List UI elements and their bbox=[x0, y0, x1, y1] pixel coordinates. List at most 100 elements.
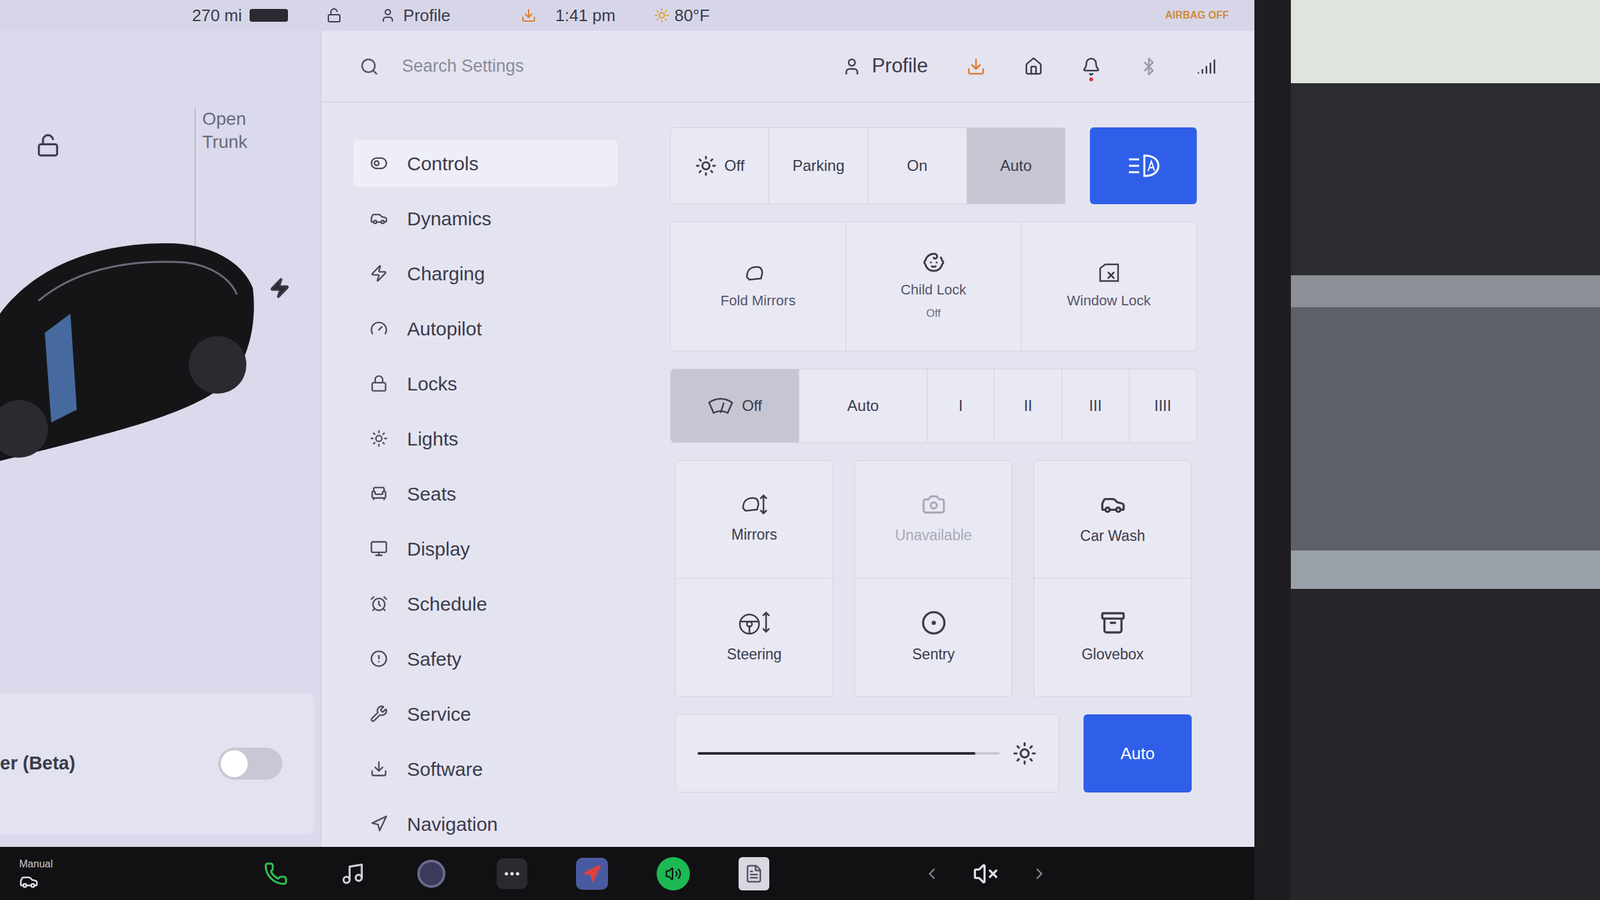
mirror-adjust-icon bbox=[740, 492, 769, 516]
time: 1:41 pm bbox=[555, 3, 616, 29]
controls-content: OffParkingOnAutoFold MirrorsChild LockOf… bbox=[620, 102, 1255, 847]
volume-up-icon[interactable] bbox=[1030, 864, 1049, 883]
phone-icon[interactable] bbox=[263, 861, 288, 886]
volume-down-icon[interactable] bbox=[922, 864, 941, 883]
sidebar-item[interactable]: Locks bbox=[353, 359, 618, 408]
profile-icon bbox=[380, 7, 396, 24]
toggle-icon bbox=[369, 154, 388, 173]
sidebar-item[interactable]: Controls bbox=[353, 139, 618, 187]
download-icon[interactable] bbox=[966, 56, 986, 77]
settings-panel: Search SettingsProfile Controls Dynamics Ch… bbox=[321, 30, 1255, 847]
control-tile[interactable]: Steering bbox=[675, 578, 834, 697]
homelink-icon[interactable] bbox=[1024, 56, 1044, 77]
car-row bbox=[0, 217, 321, 487]
control-tile[interactable]: Car Wash bbox=[1033, 460, 1192, 579]
seat-icon bbox=[369, 484, 388, 503]
wiper-option[interactable]: III bbox=[1061, 369, 1129, 443]
wiper-option[interactable]: Off bbox=[670, 369, 799, 443]
control-tile[interactable]: Sentry bbox=[854, 578, 1013, 697]
headlight-option[interactable]: Parking bbox=[768, 128, 868, 204]
unlock-icon[interactable] bbox=[35, 133, 61, 158]
wipers-row: OffAutoIIIIIIIIII bbox=[670, 368, 1197, 443]
wiper-option[interactable]: I bbox=[926, 369, 994, 443]
volume-muted-icon[interactable] bbox=[972, 860, 999, 887]
app: 270 miProfile1:41 pm80°FAIRBAG OFFOpen T… bbox=[0, 0, 1600, 900]
control-tile[interactable]: Mirrors bbox=[675, 460, 834, 579]
window-lock-icon bbox=[1096, 261, 1122, 285]
sidebar: Controls Dynamics Charging Autopilot Locks Li… bbox=[321, 102, 621, 847]
alarm-icon bbox=[369, 594, 388, 613]
drive-mode[interactable]: Manual bbox=[19, 856, 53, 891]
sidebar-item[interactable]: Schedule bbox=[353, 579, 618, 628]
download-icon bbox=[520, 7, 537, 24]
spotify-icon bbox=[664, 865, 682, 882]
sidebar-item[interactable]: Display bbox=[353, 524, 618, 573]
brightness-slider[interactable] bbox=[675, 714, 1060, 793]
airbag-status: AIRBAG OFF bbox=[1164, 7, 1229, 24]
headlight-option[interactable]: On bbox=[867, 128, 967, 204]
sun-icon bbox=[369, 429, 388, 448]
sidebar-item[interactable]: Lights bbox=[353, 414, 618, 463]
feature-label: er (Beta) bbox=[0, 749, 76, 778]
sidebar-item[interactable]: Safety bbox=[353, 634, 618, 683]
camera-app-icon[interactable] bbox=[417, 859, 446, 888]
notifications[interactable] bbox=[1081, 56, 1101, 77]
sidebar-item[interactable]: Charging bbox=[353, 249, 618, 297]
tiles-grid: MirrorsUnavailableCar WashSteeringSentry… bbox=[670, 460, 1197, 697]
quick-control[interactable]: Child LockOff bbox=[845, 222, 1021, 351]
status-bar: 270 miProfile1:41 pm80°FAIRBAG OFF bbox=[0, 0, 1255, 31]
open-trunk[interactable]: Open Trunk bbox=[194, 107, 272, 256]
spotify-app[interactable] bbox=[656, 856, 690, 891]
feature-card: er (Beta) bbox=[0, 693, 315, 834]
notes-app[interactable] bbox=[738, 856, 770, 891]
wiper-option[interactable]: Auto bbox=[798, 369, 927, 443]
brightness-auto-button[interactable]: Auto bbox=[1083, 714, 1192, 793]
child-lock-icon bbox=[922, 250, 946, 274]
interior-photo bbox=[1290, 0, 1600, 900]
weather-icon bbox=[654, 7, 670, 24]
car-icon bbox=[369, 209, 388, 228]
feature-toggle[interactable] bbox=[218, 747, 283, 780]
wrench-icon bbox=[369, 704, 388, 723]
lock-icon bbox=[369, 374, 388, 393]
sidebar-item[interactable]: Autopilot bbox=[353, 304, 618, 352]
auto-high-beam-button[interactable] bbox=[1089, 127, 1197, 205]
quick-control[interactable]: Window Lock bbox=[1020, 222, 1197, 351]
header-profile[interactable]: Profile bbox=[842, 51, 928, 82]
search-icon bbox=[359, 56, 379, 77]
music-icon[interactable] bbox=[340, 861, 365, 886]
sidebar-item[interactable]: Navigation bbox=[353, 800, 618, 847]
wiper-option[interactable]: II bbox=[993, 369, 1062, 443]
notification-dot bbox=[1089, 77, 1094, 82]
car-image bbox=[0, 217, 256, 487]
nav-app[interactable] bbox=[576, 857, 608, 890]
drive-mode-icon bbox=[19, 871, 39, 891]
search-field[interactable]: Search Settings bbox=[401, 53, 843, 80]
quick-control[interactable]: Fold Mirrors bbox=[670, 222, 846, 351]
sidebar-item[interactable]: Dynamics bbox=[353, 194, 618, 242]
auto-high-beam-icon bbox=[1126, 152, 1161, 179]
headlight-option[interactable]: Off bbox=[670, 128, 769, 204]
control-tile[interactable]: Glovebox bbox=[1033, 578, 1192, 697]
charging-icon bbox=[268, 277, 291, 299]
slider-track[interactable] bbox=[697, 752, 1000, 755]
more-apps[interactable] bbox=[496, 858, 528, 889]
notes-icon bbox=[744, 864, 764, 884]
bluetooth-icon[interactable] bbox=[1139, 56, 1159, 77]
settings-body: Controls Dynamics Charging Autopilot Locks Li… bbox=[321, 102, 1255, 847]
sidebar-item[interactable]: Software bbox=[353, 744, 618, 793]
sidebar-item[interactable]: Service bbox=[353, 689, 618, 738]
headlight-option[interactable]: Auto bbox=[966, 128, 1065, 204]
bell-icon bbox=[1081, 56, 1101, 77]
taskbar: Manual bbox=[0, 846, 1255, 900]
headlights-segments: OffParkingOnAuto bbox=[670, 127, 1066, 205]
autopilot-icon bbox=[369, 319, 388, 338]
sidebar-item[interactable]: Seats bbox=[353, 469, 618, 518]
wiper-option[interactable]: IIII bbox=[1128, 369, 1197, 443]
bolt-icon bbox=[369, 264, 388, 283]
status-profile: Profile bbox=[380, 3, 451, 29]
car-wash-icon bbox=[1100, 491, 1126, 518]
headlights-row: OffParkingOnAuto bbox=[670, 127, 1197, 205]
car-panel: Open Trunk er (Beta) bbox=[0, 30, 322, 847]
navigation-icon bbox=[369, 814, 388, 833]
